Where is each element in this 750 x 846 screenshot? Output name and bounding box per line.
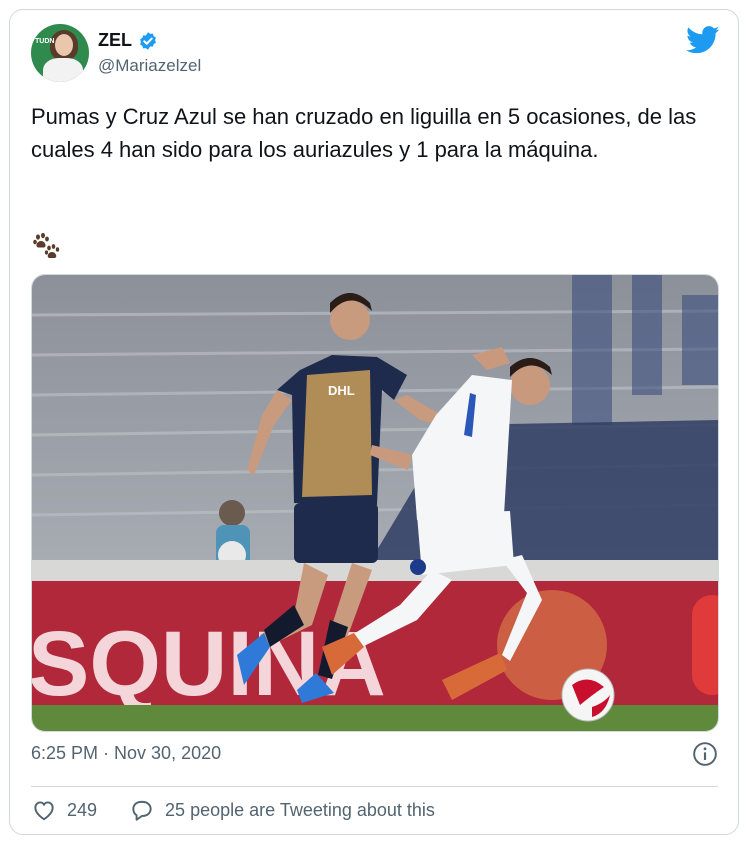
- tweet-timestamp[interactable]: 6:25 PM · Nov 30, 2020: [31, 743, 221, 764]
- soccer-match-photo: SQUINA DHL: [32, 275, 718, 731]
- avatar-tag: TUDN: [35, 38, 55, 45]
- author-handle[interactable]: @Mariazelzel: [98, 56, 201, 76]
- jersey-sponsor-text: DHL: [328, 383, 355, 398]
- chat-bubble-icon: [132, 800, 152, 821]
- like-count: 249: [67, 799, 98, 820]
- tweeting-about-text: 25 people are Tweeting about this: [165, 799, 435, 820]
- heart-icon: [34, 801, 54, 821]
- info-icon[interactable]: [692, 741, 718, 767]
- conversation-button[interactable]: 25 people are Tweeting about this: [129, 797, 435, 823]
- author-row: ZEL: [98, 30, 158, 51]
- tweet-text: Pumas y Cruz Azul se han cruzado en ligu…: [31, 104, 697, 162]
- tweet-photo[interactable]: SQUINA DHL: [31, 274, 719, 732]
- like-button[interactable]: 249: [31, 797, 97, 823]
- tweet-actions: 249 25 people are Tweeting about this: [31, 797, 435, 823]
- author-name[interactable]: ZEL: [98, 30, 132, 51]
- tweet-card: TUDN ZEL @Mariazelzel Pumas y Cruz Azul …: [9, 9, 739, 835]
- divider: [31, 786, 718, 787]
- twitter-bird-icon[interactable]: [686, 26, 720, 54]
- avatar[interactable]: TUDN: [31, 24, 89, 82]
- verified-badge-icon: [140, 31, 156, 50]
- paw-prints-icon: [33, 232, 60, 259]
